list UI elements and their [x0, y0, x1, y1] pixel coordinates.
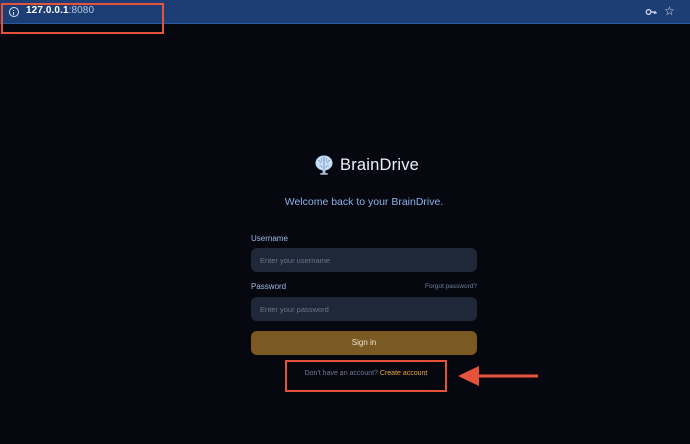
- brand-name: BrainDrive: [340, 155, 420, 174]
- password-input[interactable]: [251, 297, 477, 321]
- sign-in-button[interactable]: Sign in: [251, 331, 477, 355]
- star-icon[interactable]: ☆: [664, 4, 675, 18]
- url-text[interactable]: 127.0.0.1:8080: [26, 5, 94, 16]
- forgot-password-link[interactable]: Forgot password?: [410, 283, 477, 290]
- password-label: Password: [251, 282, 287, 291]
- username-label: Username: [251, 234, 288, 243]
- create-account-link[interactable]: Create account: [380, 370, 427, 377]
- url-host: 127.0.0.1: [26, 5, 69, 16]
- page: 127.0.0.1:8080 ☆ BrainDrive Welcome back…: [0, 0, 690, 444]
- brand-logo: BrainDrive: [314, 153, 419, 177]
- signup-prompt: Don't have an account? Create account: [286, 367, 446, 381]
- key-icon[interactable]: [645, 6, 657, 18]
- username-input[interactable]: [251, 248, 477, 272]
- brain-icon: [315, 155, 333, 175]
- welcome-message: Welcome back to your BrainDrive.: [284, 196, 444, 208]
- no-account-text: Don't have an account?: [304, 370, 378, 377]
- browser-url-bar[interactable]: 127.0.0.1:8080 ☆: [0, 0, 690, 24]
- annotation-arrow-icon: [458, 366, 538, 386]
- info-icon[interactable]: [9, 7, 19, 17]
- url-port: :8080: [68, 5, 95, 16]
